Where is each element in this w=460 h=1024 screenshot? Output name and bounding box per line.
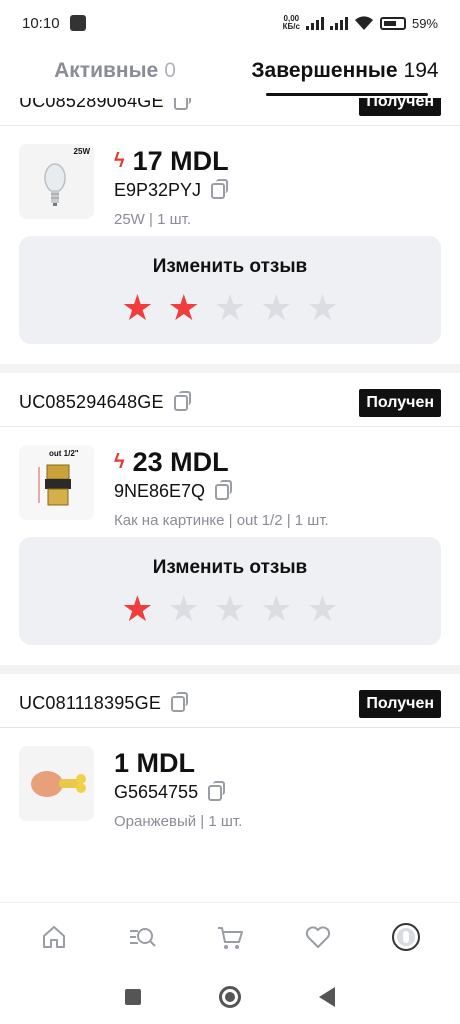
edit-review-button[interactable]: Изменить отзыв	[153, 256, 307, 278]
profile-icon	[392, 922, 420, 951]
star-icon[interactable]: ★	[260, 589, 292, 629]
tab-count: 0	[164, 59, 176, 82]
order-header: UC085289064GE Получен	[0, 98, 460, 126]
item-price: ϟ 17 MDL	[114, 145, 229, 176]
recents-icon[interactable]	[125, 989, 141, 1005]
item-variant: Оранжевый | 1 шт.	[114, 813, 243, 830]
notification-icon	[69, 15, 86, 31]
signal-icon-2	[329, 16, 348, 30]
flash-icon: ϟ	[114, 450, 125, 473]
cart-icon	[218, 926, 243, 949]
review-box[interactable]: Изменить отзыв ★ ★ ★ ★ ★	[19, 236, 441, 344]
copy-icon[interactable]	[171, 691, 189, 712]
item-variant: 25W | 1 шт.	[114, 211, 191, 228]
tab-active[interactable]: Активные 0	[0, 46, 230, 96]
net-speed: 0,00 КБ/с	[282, 14, 300, 31]
section-divider	[0, 665, 460, 674]
battery-icon	[379, 16, 406, 30]
tab-count: 194	[403, 59, 439, 82]
tab-label: Активные	[54, 59, 159, 82]
status-badge: Получен	[359, 689, 441, 718]
status-time: 10:10	[22, 14, 60, 32]
nav-favorites[interactable]	[293, 912, 343, 962]
nav-cart[interactable]	[205, 912, 255, 962]
thumb-label: 25W	[73, 147, 90, 156]
star-icon[interactable]: ★	[306, 589, 338, 629]
nav-catalog[interactable]	[117, 912, 167, 962]
star-rating[interactable]: ★ ★ ★ ★ ★	[121, 589, 338, 629]
copy-icon[interactable]	[211, 178, 229, 199]
order-id: UC081118395GE	[19, 693, 162, 713]
status-bar: 10:10 0,00 КБ/с 59%	[0, 0, 460, 46]
chicken-toy-image	[19, 746, 94, 821]
star-icon[interactable]: ★	[306, 288, 338, 328]
tab-completed[interactable]: Завершенные 194	[230, 46, 460, 96]
item-price: 1 MDL	[114, 747, 195, 778]
order-header: UC081118395GE Получен	[0, 680, 460, 728]
item-sku: 9NE86E7Q	[114, 479, 329, 502]
battery-percent: 59%	[411, 15, 438, 31]
catalog-search-icon	[130, 927, 156, 947]
bottom-nav	[0, 902, 460, 970]
order-id: UC085294648GE	[19, 392, 164, 412]
review-box[interactable]: Изменить отзыв ★ ★ ★ ★ ★	[19, 537, 441, 645]
item-price: ϟ 23 MDL	[114, 446, 229, 477]
nav-home[interactable]	[29, 912, 79, 962]
thumb-label: out 1/2"	[49, 449, 79, 458]
order-card: UC085289064GE Получен 25W ϟ 17 MDL E9P32P…	[0, 98, 460, 373]
item-sku: G5654755	[114, 780, 242, 803]
star-icon[interactable]: ★	[121, 288, 153, 328]
home-icon	[43, 925, 65, 948]
order-card: UC085294648GE Получен out 1/2" ϟ 23 MDL 9…	[0, 379, 460, 674]
product-thumbnail[interactable]: 25W	[19, 144, 94, 219]
star-rating[interactable]: ★ ★ ★ ★ ★	[121, 288, 338, 328]
copy-icon[interactable]	[215, 479, 233, 500]
order-id: UC085289064GE	[19, 98, 164, 111]
star-icon[interactable]: ★	[214, 288, 246, 328]
order-tabs: Активные 0 Завершенные 194	[0, 46, 460, 96]
edit-review-button[interactable]: Изменить отзыв	[153, 557, 307, 579]
wifi-icon	[354, 15, 373, 30]
star-icon[interactable]: ★	[214, 589, 246, 629]
nav-profile[interactable]	[381, 912, 431, 962]
product-thumbnail[interactable]: out 1/2"	[19, 445, 94, 520]
orders-list[interactable]: UC085289064GE Получен 25W ϟ 17 MDL E9P32P…	[0, 98, 460, 900]
heart-icon	[305, 925, 331, 948]
tab-label: Завершенные	[251, 59, 398, 82]
star-icon[interactable]: ★	[168, 589, 200, 629]
star-icon[interactable]: ★	[260, 288, 292, 328]
order-header: UC085294648GE Получен	[0, 379, 460, 427]
signal-icon	[305, 16, 324, 30]
order-item[interactable]: 1 MDL G5654755 Оранжевый | 1 шт.	[0, 728, 460, 838]
section-divider	[0, 364, 460, 373]
item-sku: E9P32PYJ	[114, 178, 229, 201]
product-thumbnail[interactable]	[19, 746, 94, 821]
copy-icon[interactable]	[173, 390, 191, 411]
order-item[interactable]: out 1/2" ϟ 23 MDL 9NE86E7Q Как на картинк…	[0, 427, 460, 537]
copy-icon[interactable]	[173, 98, 191, 110]
system-nav	[0, 970, 460, 1024]
status-badge: Получен	[359, 98, 441, 116]
item-variant: Как на картинке | out 1/2 | 1 шт.	[114, 512, 329, 529]
copy-icon[interactable]	[208, 780, 226, 801]
status-badge: Получен	[359, 388, 441, 417]
flash-icon: ϟ	[114, 149, 125, 172]
order-card: UC081118395GE Получен 1 MDL G5654755 Ора…	[0, 680, 460, 838]
order-item[interactable]: 25W ϟ 17 MDL E9P32PYJ 25W | 1 шт.	[0, 126, 460, 236]
star-icon[interactable]: ★	[168, 288, 200, 328]
star-icon[interactable]: ★	[121, 589, 153, 629]
back-icon[interactable]	[319, 987, 335, 1007]
home-button-icon[interactable]	[219, 986, 241, 1008]
